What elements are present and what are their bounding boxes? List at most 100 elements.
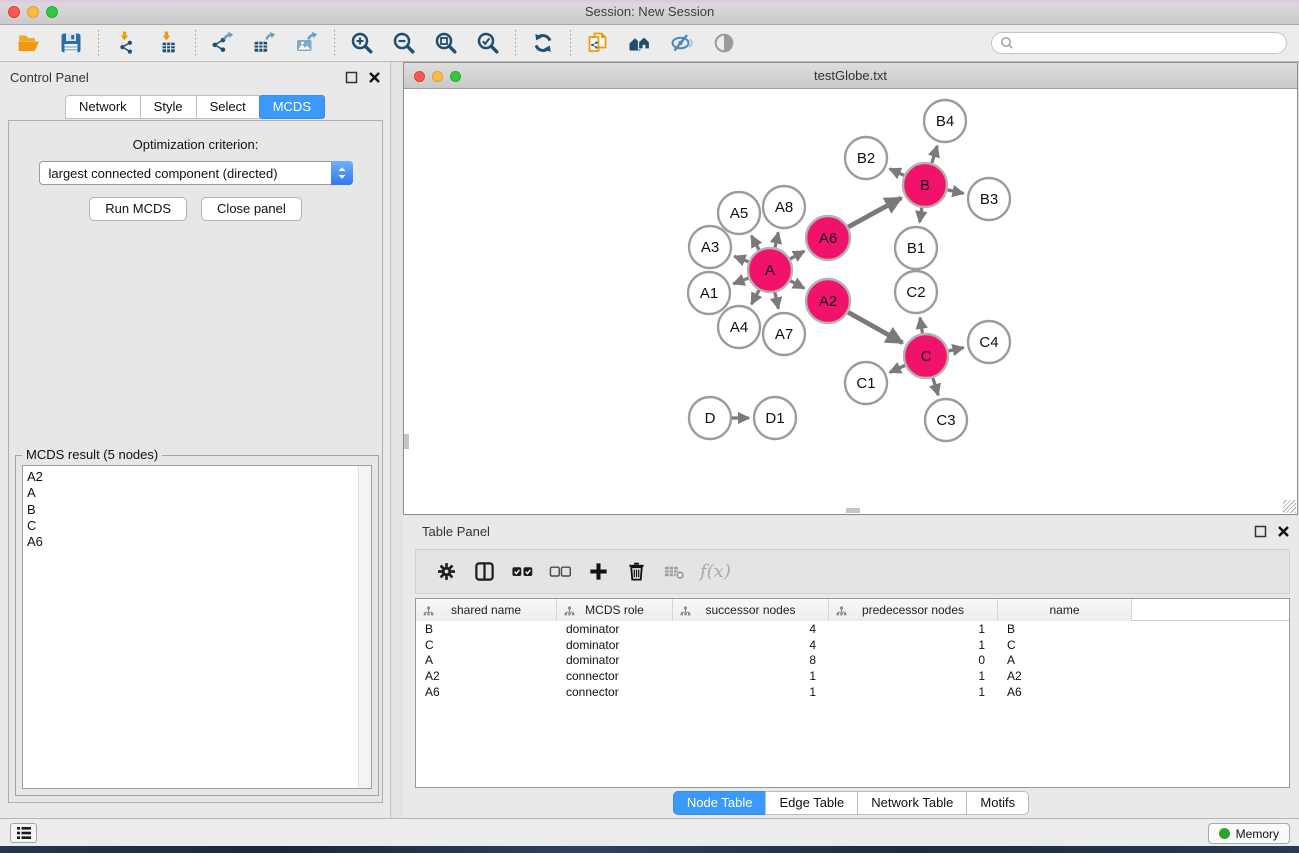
save-session-button[interactable] — [50, 28, 92, 59]
mcds-result-item[interactable]: A2 — [23, 469, 371, 485]
edge-A-A1[interactable] — [733, 278, 748, 284]
graph-node-A3[interactable]: A3 — [689, 226, 731, 268]
vertical-scrollbar-thumb[interactable] — [404, 434, 409, 449]
first-neighbors-button[interactable] — [619, 28, 661, 59]
edge-A-A2[interactable] — [790, 281, 804, 288]
add-column-button[interactable] — [584, 558, 612, 586]
graph-node-A5[interactable]: A5 — [718, 192, 760, 234]
hide-details-button[interactable] — [661, 28, 703, 59]
close-panel-button[interactable]: Close panel — [201, 197, 302, 221]
zoom-out-button[interactable] — [383, 28, 425, 59]
mcds-result-item[interactable]: B — [23, 502, 371, 518]
list-scrollbar[interactable] — [358, 466, 371, 788]
export-network-button[interactable] — [202, 28, 244, 59]
graph-node-A7[interactable]: A7 — [763, 313, 805, 355]
delete-table-button[interactable] — [660, 558, 688, 586]
graph-node-A4[interactable]: A4 — [718, 306, 760, 348]
graph-node-A8[interactable]: A8 — [763, 186, 805, 228]
graph-node-C[interactable]: C — [904, 334, 948, 378]
column-header-name[interactable]: name — [998, 599, 1132, 621]
show-columns-button[interactable] — [470, 558, 498, 586]
task-history-button[interactable] — [10, 823, 37, 843]
float-table-panel-icon[interactable] — [1252, 523, 1268, 539]
edge-A6-B[interactable] — [848, 198, 901, 227]
zoom-in-button[interactable] — [341, 28, 383, 59]
refresh-button[interactable] — [522, 28, 564, 59]
graph-node-C3[interactable]: C3 — [925, 399, 967, 441]
graph-node-A1[interactable]: A1 — [688, 272, 730, 314]
tab-node-table[interactable]: Node Table — [673, 791, 767, 815]
edge-B-B3[interactable] — [947, 190, 963, 194]
select-all-button[interactable] — [508, 558, 536, 586]
edge-C-C1[interactable] — [890, 365, 905, 372]
function-builder-button[interactable]: f(x) — [700, 561, 731, 582]
resize-grip-icon[interactable] — [1283, 500, 1296, 513]
run-mcds-button[interactable]: Run MCDS — [89, 197, 187, 221]
tab-select[interactable]: Select — [196, 95, 260, 119]
graph-node-C1[interactable]: C1 — [845, 362, 887, 404]
import-table-button[interactable] — [147, 28, 189, 59]
table-row[interactable]: Bdominator41B — [416, 621, 1289, 637]
column-header-successor-nodes[interactable]: successor nodes — [673, 599, 829, 621]
tab-network-table[interactable]: Network Table — [857, 791, 967, 815]
graph-node-C2[interactable]: C2 — [895, 271, 937, 313]
edge-B-B1[interactable] — [920, 208, 922, 222]
criterion-select[interactable]: largest connected component (directed) — [39, 161, 353, 185]
edge-C-C4[interactable] — [948, 348, 963, 351]
mcds-result-item[interactable]: A — [23, 485, 371, 501]
edge-B-B4[interactable] — [932, 146, 937, 163]
graph-node-A2[interactable]: A2 — [806, 279, 850, 323]
tab-edge-table[interactable]: Edge Table — [765, 791, 858, 815]
close-panel-icon[interactable] — [366, 69, 382, 85]
edge-C-C2[interactable] — [920, 318, 922, 334]
table-row[interactable]: Cdominator41C — [416, 637, 1289, 653]
graph-node-B1[interactable]: B1 — [895, 227, 937, 269]
network-window-titlebar[interactable]: testGlobe.txt — [404, 63, 1297, 89]
table-row[interactable]: Adominator80A — [416, 653, 1289, 669]
open-session-button[interactable] — [8, 28, 50, 59]
graph-node-B[interactable]: B — [903, 163, 947, 207]
delete-column-button[interactable] — [622, 558, 650, 586]
mcds-result-item[interactable]: A6 — [23, 534, 371, 550]
edge-B-B2[interactable] — [890, 169, 904, 176]
duplicate-network-button[interactable] — [577, 28, 619, 59]
search-input[interactable] — [1014, 36, 1278, 50]
edge-A-A8[interactable] — [775, 232, 778, 247]
tab-motifs[interactable]: Motifs — [966, 791, 1029, 815]
show-details-button[interactable] — [703, 28, 745, 59]
deselect-all-button[interactable] — [546, 558, 574, 586]
memory-button[interactable]: Memory — [1208, 823, 1290, 844]
column-header-MCDS-role[interactable]: MCDS role — [557, 599, 673, 621]
edge-C-C3[interactable] — [933, 378, 938, 395]
edge-A-A6[interactable] — [790, 251, 804, 259]
export-table-button[interactable] — [244, 28, 286, 59]
close-table-panel-icon[interactable] — [1275, 523, 1291, 539]
graph-node-B2[interactable]: B2 — [845, 137, 887, 179]
graph-node-A[interactable]: A — [748, 248, 792, 292]
import-network-button[interactable] — [105, 28, 147, 59]
graph-node-D[interactable]: D — [689, 397, 731, 439]
zoom-fit-button[interactable] — [425, 28, 467, 59]
edge-A-A4[interactable] — [751, 290, 759, 304]
column-header-predecessor-nodes[interactable]: predecessor nodes — [829, 599, 998, 621]
gear-button[interactable] — [432, 558, 460, 586]
graph-node-A6[interactable]: A6 — [806, 216, 850, 260]
edge-A-A5[interactable] — [751, 236, 759, 250]
tab-style[interactable]: Style — [140, 95, 197, 119]
float-panel-icon[interactable] — [343, 69, 359, 85]
column-header-shared-name[interactable]: shared name — [416, 599, 557, 621]
mcds-result-list[interactable]: A2ABCA6 — [22, 465, 372, 789]
graph-node-B3[interactable]: B3 — [968, 178, 1010, 220]
tab-network[interactable]: Network — [65, 95, 141, 119]
search-box[interactable] — [991, 32, 1287, 54]
graph-node-D1[interactable]: D1 — [754, 397, 796, 439]
edge-A-A7[interactable] — [775, 292, 779, 308]
edge-A2-C[interactable] — [848, 312, 902, 343]
mcds-result-item[interactable]: C — [23, 518, 371, 534]
edge-A-A3[interactable] — [734, 256, 748, 261]
table-row[interactable]: A2connector11A2 — [416, 668, 1289, 684]
graph-node-B4[interactable]: B4 — [924, 100, 966, 142]
horizontal-scrollbar-thumb[interactable] — [846, 508, 860, 513]
tab-mcds[interactable]: MCDS — [259, 95, 325, 119]
table-row[interactable]: A6connector11A6 — [416, 684, 1289, 700]
